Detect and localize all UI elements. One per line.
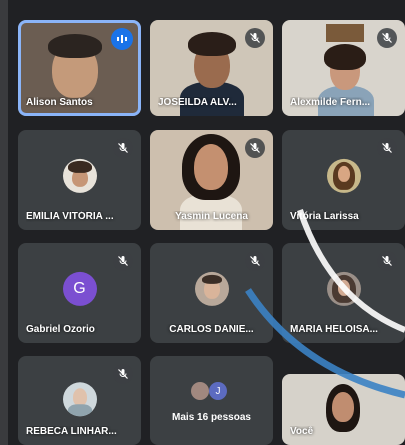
more-participants-tile[interactable]: J Mais 16 pessoas bbox=[150, 356, 273, 445]
avatar bbox=[62, 381, 97, 416]
mic-off-icon bbox=[113, 364, 133, 384]
avatar bbox=[62, 158, 97, 193]
participant-tile-alexmilde[interactable]: Alexmilde Fern... bbox=[282, 20, 405, 116]
participant-tile-alison[interactable]: Alison Santos bbox=[18, 20, 141, 116]
mic-off-icon bbox=[245, 138, 265, 158]
avatar: G bbox=[62, 271, 97, 306]
participant-name: REBECA LINHAR... bbox=[26, 426, 117, 437]
mic-off-icon bbox=[377, 28, 397, 48]
participant-name: Alison Santos bbox=[26, 97, 93, 108]
mic-off-icon bbox=[113, 251, 133, 271]
participant-video bbox=[194, 144, 228, 190]
mic-off-icon bbox=[377, 138, 397, 158]
participant-name: JOSEILDA ALV... bbox=[158, 97, 237, 108]
participant-tile-yasmin[interactable]: Yasmin Lucena bbox=[150, 130, 273, 230]
avatar bbox=[326, 271, 361, 306]
participant-name: Alexmilde Fern... bbox=[290, 97, 371, 108]
self-video bbox=[332, 392, 354, 422]
participant-tile-maria[interactable]: MARIA HELOISA... bbox=[282, 243, 405, 343]
participant-tile-gabriel[interactable]: G Gabriel Ozorio bbox=[18, 243, 141, 343]
participant-name: Você bbox=[290, 426, 314, 437]
participant-name: Gabriel Ozorio bbox=[26, 324, 95, 335]
mic-off-icon bbox=[245, 28, 265, 48]
speaking-indicator-icon bbox=[111, 28, 133, 50]
avatar bbox=[191, 382, 209, 400]
avatar bbox=[326, 158, 361, 193]
self-view-tile[interactable]: Você bbox=[282, 374, 405, 445]
mic-off-icon bbox=[377, 251, 397, 271]
participant-tile-rebeca[interactable]: REBECA LINHAR... bbox=[18, 356, 141, 445]
more-participants-label: Mais 16 pessoas bbox=[172, 412, 251, 423]
participant-tile-carlos[interactable]: CARLOS DANIE... bbox=[150, 243, 273, 343]
participant-name: MARIA HELOISA... bbox=[290, 324, 378, 335]
window-edge bbox=[0, 0, 8, 445]
participant-tile-vitoria[interactable]: Vitória Larissa bbox=[282, 130, 405, 230]
avatar: J bbox=[209, 382, 227, 400]
participant-tile-joseilda[interactable]: JOSEILDA ALV... bbox=[150, 20, 273, 116]
avatar bbox=[194, 271, 229, 306]
mic-off-icon bbox=[113, 138, 133, 158]
mic-off-icon bbox=[245, 251, 265, 271]
participant-name: EMÍLIA VITÓRIA ... bbox=[26, 211, 114, 222]
participant-name: Yasmin Lucena bbox=[175, 211, 248, 222]
participant-name: Vitória Larissa bbox=[290, 211, 359, 222]
participant-name: CARLOS DANIE... bbox=[169, 324, 254, 335]
participant-tile-emilia[interactable]: EMÍLIA VITÓRIA ... bbox=[18, 130, 141, 230]
